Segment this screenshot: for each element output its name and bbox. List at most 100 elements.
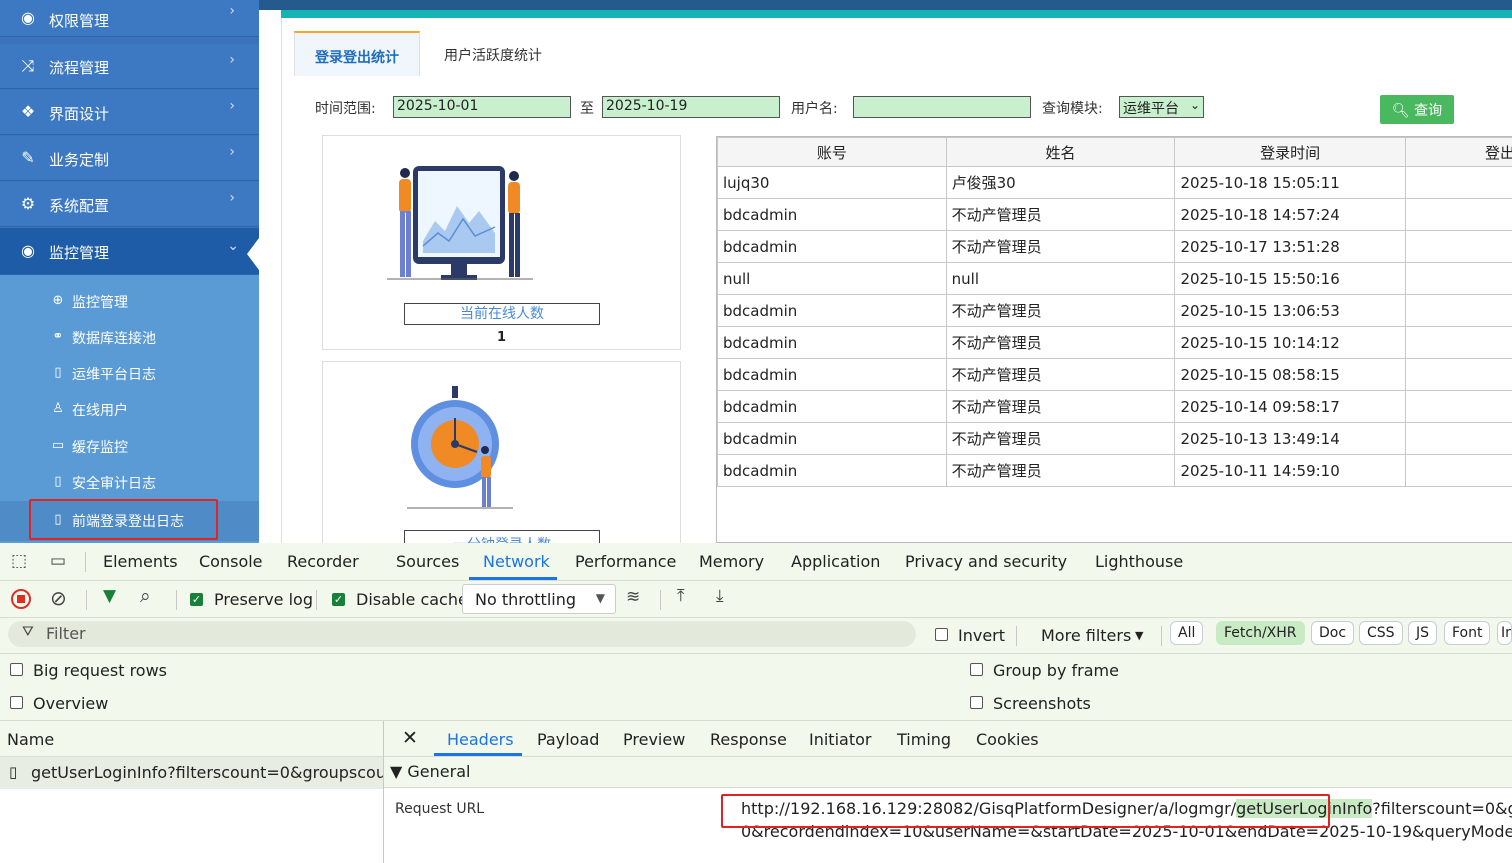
column-header-account[interactable]: 账号 (717, 137, 947, 167)
query-button-label: 查询 (1414, 103, 1443, 119)
column-header-login-time[interactable]: 登录时间 (1174, 137, 1406, 167)
export-har-icon[interactable]: ⤓ (716, 586, 724, 606)
network-conditions-icon[interactable]: ≋ (626, 587, 640, 607)
preserve-log-checkbox[interactable]: ✓ (190, 593, 203, 606)
devtools-tab-bar: ⬚ ▭ Elements Console Recorder Sources Ne… (0, 543, 1512, 580)
general-section-header[interactable]: ▼ General (384, 757, 1512, 788)
request-row[interactable]: ▯ getUserLoginInfo?filterscount=0&groups… (0, 757, 401, 789)
tab-lighthouse[interactable]: Lighthouse (1095, 552, 1183, 571)
tab-application[interactable]: Application (791, 552, 880, 571)
tab-login-logout-stats[interactable]: 登录登出统计 (294, 31, 420, 76)
tab-elements[interactable]: Elements (103, 552, 178, 571)
throttling-select[interactable]: No throttling ▼ (462, 584, 616, 614)
filter-input[interactable]: ⛛ Filter (8, 621, 916, 647)
cell-logout (1404, 166, 1512, 199)
sidebar-item-label: 权限管理 (49, 12, 110, 30)
column-header-name[interactable]: 姓名 (945, 137, 1176, 167)
name-column-header[interactable]: Name (7, 730, 54, 749)
clear-icon[interactable]: ⊘ (50, 586, 67, 610)
sidebar-item-workflow[interactable]: ⤨ 流程管理 › (0, 44, 259, 89)
inspect-element-icon[interactable]: ⬚ (11, 551, 27, 571)
table-row[interactable]: bdcadmin 不动产管理员 2025-10-15 10:14:12 (717, 326, 1512, 359)
sidebar-item-permissions[interactable]: ◉ 权限管理 › (0, 0, 259, 37)
submenu-item-cache-monitor[interactable]: ▭ 缓存监控 (0, 429, 259, 465)
tab-response[interactable]: Response (710, 730, 787, 749)
tab-cookies[interactable]: Cookies (976, 730, 1039, 749)
tab-headers[interactable]: Headers (447, 730, 514, 749)
table-row[interactable]: bdcadmin 不动产管理员 2025-10-15 13:06:53 (717, 294, 1512, 327)
sidebar-item-system-config[interactable]: ⚙ 系统配置 › (0, 182, 259, 227)
submenu-item-db-pool[interactable]: ⚭ 数据库连接池 (0, 320, 259, 356)
group-by-frame-checkbox[interactable] (970, 663, 983, 676)
table-row[interactable]: bdcadmin 不动产管理员 2025-10-13 13:49:14 (717, 422, 1512, 455)
tab-payload[interactable]: Payload (537, 730, 599, 749)
general-section-label: ▼ General (390, 762, 471, 781)
type-filter-more[interactable]: In (1497, 621, 1512, 645)
device-toolbar-icon[interactable]: ▭ (50, 551, 66, 571)
login-per-minute-card: 一分钟登录人数 (322, 361, 681, 551)
big-request-rows-checkbox[interactable] (10, 663, 23, 676)
filter-icon[interactable]: ▼ (103, 586, 116, 606)
column-header-logout[interactable]: 登出 (1404, 137, 1512, 167)
sidebar-item-monitoring[interactable]: ◉ 监控管理 ⌄ (0, 228, 259, 275)
sidebar-item-business[interactable]: ✎ 业务定制 › (0, 136, 259, 181)
invert-checkbox[interactable] (935, 628, 948, 641)
tab-timing[interactable]: Timing (897, 730, 951, 749)
query-button[interactable]: 🔍︎ 查询 (1380, 95, 1454, 124)
close-icon[interactable]: ✕ (402, 727, 418, 749)
table-row[interactable]: null null 2025-10-15 15:50:16 (717, 262, 1512, 295)
submenu-item-monitor[interactable]: ⊕ 监控管理 (0, 284, 259, 320)
cell-account: null (717, 262, 947, 295)
submenu-item-ops-log[interactable]: ▯ 运维平台日志 (0, 356, 259, 392)
table-row[interactable]: bdcadmin 不动产管理员 2025-10-17 13:51:28 (717, 230, 1512, 263)
cell-logout (1404, 454, 1512, 487)
submenu-item-security-audit[interactable]: ▯ 安全审计日志 (0, 465, 259, 501)
table-row[interactable]: lujq30 卢俊强30 2025-10-18 15:05:11 (717, 166, 1512, 199)
type-filter-all[interactable]: All (1170, 621, 1204, 645)
module-select[interactable]: 运维平台 ⌄ (1119, 96, 1204, 118)
import-har-icon[interactable]: ⤒ (677, 586, 685, 606)
type-filter-doc[interactable]: Doc (1311, 621, 1355, 645)
more-filters-button[interactable]: More filters (1041, 626, 1131, 645)
cell-login-time: 2025-10-14 09:58:17 (1174, 390, 1406, 423)
tab-preview[interactable]: Preview (623, 730, 685, 749)
type-filter-font[interactable]: Font (1444, 621, 1491, 645)
table-row[interactable]: bdcadmin 不动产管理员 2025-10-14 09:58:17 (717, 390, 1512, 423)
sidebar-item-ui-design[interactable]: ❖ 界面设计 › (0, 90, 259, 135)
type-filter-js[interactable]: JS (1408, 621, 1438, 645)
tab-initiator[interactable]: Initiator (809, 730, 871, 749)
record-stop-icon[interactable] (11, 589, 31, 609)
tab-user-activity-stats[interactable]: 用户活跃度统计 (428, 31, 558, 76)
cell-account: lujq30 (717, 166, 947, 199)
cell-account: bdcadmin (717, 326, 947, 359)
overview-label: Overview (33, 694, 109, 713)
overview-checkbox[interactable] (10, 696, 23, 709)
start-date-input[interactable]: 2025-10-01 (393, 96, 571, 118)
username-input[interactable] (853, 96, 1031, 118)
tab-privacy-security[interactable]: Privacy and security (905, 552, 1067, 571)
throttling-value: No throttling (475, 590, 577, 609)
tab-performance[interactable]: Performance (575, 552, 676, 571)
tab-memory[interactable]: Memory (699, 552, 764, 571)
tab-sources[interactable]: Sources (396, 552, 459, 571)
search-icon[interactable]: ⌕ (140, 585, 151, 607)
divider (0, 617, 1512, 618)
sidebar-item-label: 系统配置 (49, 197, 110, 215)
tab-recorder[interactable]: Recorder (287, 552, 359, 571)
table-row[interactable]: bdcadmin 不动产管理员 2025-10-18 14:57:24 (717, 198, 1512, 231)
eye-icon: ◉ (21, 241, 35, 260)
sidebar-item-label: 业务定制 (49, 151, 110, 169)
submenu-item-online-users[interactable]: ♙ 在线用户 (0, 392, 259, 428)
disable-cache-checkbox[interactable]: ✓ (332, 593, 345, 606)
table-row[interactable]: bdcadmin 不动产管理员 2025-10-11 14:59:10 (717, 454, 1512, 487)
crosshair-icon: ⊕ (52, 293, 64, 308)
end-date-input[interactable]: 2025-10-19 (602, 96, 780, 118)
tab-console[interactable]: Console (199, 552, 263, 571)
cell-name: null (945, 262, 1176, 295)
type-filter-fetch-xhr[interactable]: Fetch/XHR (1216, 621, 1305, 645)
cell-logout (1404, 390, 1512, 423)
type-filter-css[interactable]: CSS (1359, 621, 1403, 645)
table-row[interactable]: bdcadmin 不动产管理员 2025-10-15 08:58:15 (717, 358, 1512, 391)
tab-network[interactable]: Network (483, 552, 550, 571)
screenshots-checkbox[interactable] (970, 696, 983, 709)
